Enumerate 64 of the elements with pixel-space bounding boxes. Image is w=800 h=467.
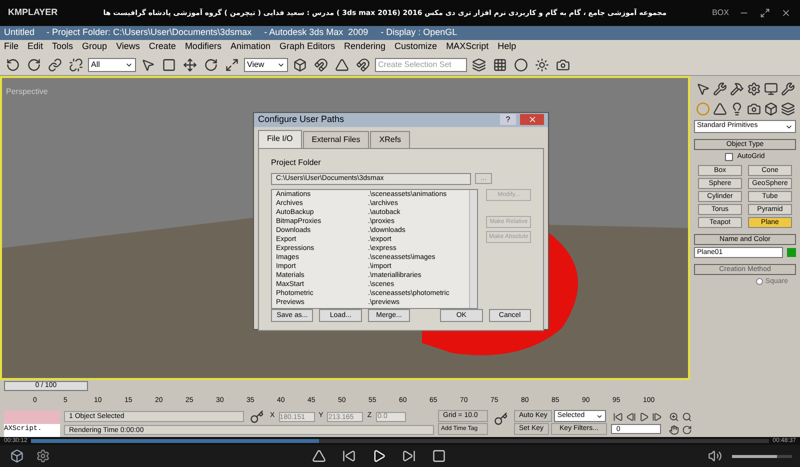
render-setup-icon[interactable] <box>533 56 551 74</box>
volume-fill[interactable] <box>732 454 777 458</box>
dialog-title: Configure User Paths <box>258 113 346 126</box>
search-icon[interactable] <box>680 410 694 423</box>
autogrid-checkbox[interactable] <box>725 153 734 162</box>
menu-item[interactable]: Modifiers <box>184 40 222 54</box>
settings-icon[interactable] <box>34 447 52 465</box>
listener-input-field[interactable] <box>4 410 60 424</box>
menu-item[interactable]: File <box>4 40 19 54</box>
menu-item[interactable]: Help <box>498 40 516 54</box>
player-brand: KMPLAYER <box>8 6 58 20</box>
shapes-icon[interactable] <box>711 100 728 118</box>
viewport-label: Perspective <box>6 87 48 96</box>
menu-item[interactable]: Create <box>148 40 176 54</box>
orbit-icon[interactable] <box>680 424 694 436</box>
modify-tab-icon[interactable] <box>711 80 728 98</box>
3d-mode-icon[interactable] <box>8 447 26 465</box>
motion-tab-icon[interactable] <box>745 80 762 98</box>
snap-icon[interactable] <box>312 56 330 74</box>
dialog-tab[interactable]: File I/O <box>258 130 302 148</box>
stop-icon[interactable] <box>430 447 448 465</box>
selection-filter-dropdown[interactable]: All <box>88 58 136 72</box>
move-icon[interactable] <box>181 56 199 74</box>
link-icon[interactable] <box>46 56 64 74</box>
unlink-icon[interactable] <box>67 56 85 74</box>
layers-icon[interactable] <box>470 56 488 74</box>
menu-item[interactable]: Customize <box>394 40 438 54</box>
menu-item[interactable]: Tools <box>52 40 74 54</box>
close-button[interactable] <box>520 114 544 126</box>
dialog-tab[interactable]: External Files <box>302 130 370 148</box>
player-box-label: BOX <box>712 7 729 19</box>
zoom-icon[interactable] <box>667 410 680 423</box>
app-title: - Project Folder: C:\Users\User\Documents\3dsmax - Autodesk 3ds Max 2009 - Display : OpenGL <box>46 26 458 40</box>
selection-set-field[interactable]: Create Selection Set <box>375 58 467 72</box>
volume-track[interactable] <box>732 454 792 458</box>
color-swatch[interactable] <box>787 248 796 256</box>
close-icon[interactable] <box>528 115 536 124</box>
hierarchy-tab-icon[interactable] <box>728 80 745 98</box>
maximize-icon[interactable] <box>758 6 771 20</box>
key-icon[interactable] <box>492 410 510 428</box>
help-button[interactable]: ? <box>500 114 516 126</box>
pan-icon[interactable] <box>667 424 680 436</box>
menu-item[interactable]: Edit <box>28 40 44 54</box>
material-icon[interactable] <box>512 56 530 74</box>
next-frame-icon[interactable] <box>650 410 664 423</box>
scrollbar[interactable] <box>469 190 478 308</box>
menu-item[interactable]: Rendering <box>344 40 386 54</box>
display-tab-icon[interactable] <box>762 80 779 98</box>
space-warps-icon[interactable] <box>779 100 796 118</box>
previous-frame-icon[interactable] <box>624 410 638 423</box>
utilities-tab-icon[interactable] <box>779 80 796 98</box>
document-title: Untitled <box>4 26 35 40</box>
menu-item[interactable]: Graph Editors <box>279 40 336 54</box>
menu-item[interactable]: Animation <box>230 40 270 54</box>
percent-snap-icon[interactable] <box>354 56 372 74</box>
viewport[interactable] <box>0 76 690 380</box>
coordinate-dropdown[interactable]: View <box>244 58 288 72</box>
menu-item[interactable]: Group <box>82 40 108 54</box>
dialog-tab[interactable]: XRefs <box>370 130 410 148</box>
radio-button[interactable] <box>756 278 764 286</box>
menu-item[interactable]: Views <box>116 40 140 54</box>
project-folder-label: Project Folder <box>271 156 322 168</box>
helpers-icon[interactable] <box>762 100 779 118</box>
menu-item[interactable]: MAXScript <box>446 40 489 54</box>
